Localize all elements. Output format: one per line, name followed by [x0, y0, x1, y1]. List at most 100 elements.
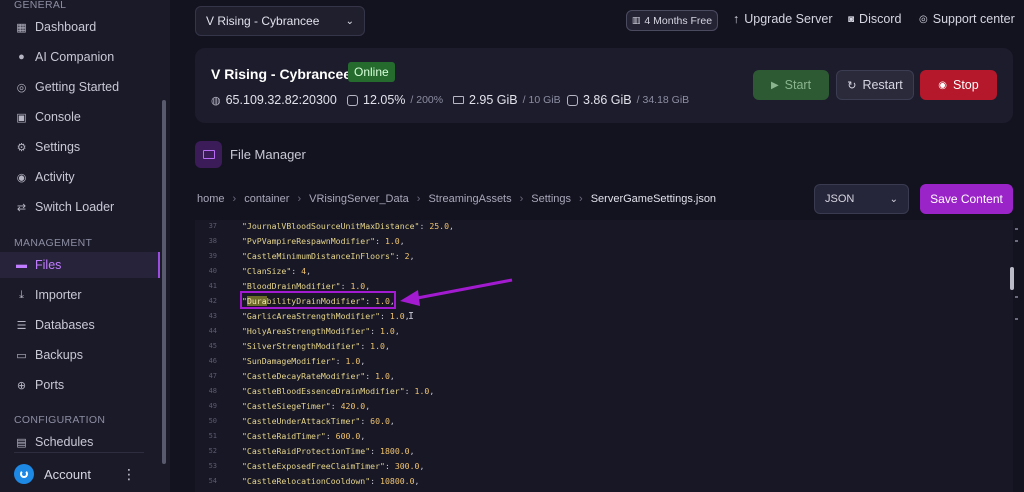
server-card: V Rising - Cybrancee Online ◍ 65.109.32.… — [195, 48, 1013, 123]
line-number: 50 — [208, 416, 217, 425]
format-select-value: JSON — [825, 193, 855, 205]
chevron-down-icon: ⌄ — [345, 15, 354, 27]
json-value: 1800.0 — [380, 445, 410, 456]
breadcrumb-current-file: ServerGameSettings.json — [590, 193, 717, 205]
ip-stat: ◍ 65.109.32.82:20300 — [211, 93, 337, 107]
sidebar-item-backups[interactable]: ▭ Backups — [0, 342, 160, 368]
cpu-icon — [347, 94, 358, 106]
save-content-button[interactable]: Save Content — [920, 184, 1013, 214]
stop-button[interactable]: ◉ Stop — [920, 70, 997, 100]
line-number: 39 — [208, 251, 217, 260]
code-line: 53 "CastleExposedFreeClaimTimer": 300.0, — [195, 458, 995, 473]
help-icon: ◎ — [919, 13, 928, 25]
chevron-right-icon: › — [416, 193, 421, 205]
support-center-link[interactable]: ◎ Support center — [919, 12, 1015, 26]
scroll-mark — [1015, 318, 1018, 320]
json-key: "PvPVampireRespawnModifier" — [242, 235, 376, 246]
section-general-title: GENERAL — [14, 0, 67, 11]
json-key: "SilverStrengthModifier" — [242, 340, 361, 351]
sidebar-item-dashboard[interactable]: ▦ Dashboard — [0, 14, 160, 40]
support-label: Support center — [932, 12, 1015, 26]
json-key: "CastleExposedFreeClaimTimer" — [242, 460, 385, 471]
code-line: 49 "CastleSiegeTimer": 420.0, — [195, 398, 995, 413]
sidebar-item-label: AI Companion — [35, 50, 115, 64]
line-number: 37 — [208, 221, 217, 230]
json-value: 1.0 — [375, 370, 390, 381]
code-line: 46 "SunDamageModifier": 1.0, — [195, 353, 995, 368]
line-number: 48 — [208, 386, 217, 395]
sidebar: GENERAL ▦ Dashboard ● AI Companion ◎ Get… — [0, 0, 170, 492]
json-value: 1.0 — [380, 325, 395, 336]
page-title: File Manager — [230, 147, 306, 162]
life-ring-icon: ◎ — [16, 81, 27, 94]
sidebar-divider — [14, 452, 144, 453]
line-number: 42 — [208, 296, 217, 305]
line-number: 53 — [208, 461, 217, 470]
editor-scrollbar[interactable] — [1010, 267, 1014, 290]
discord-icon: ◙ — [848, 13, 855, 25]
archive-icon: ▭ — [16, 349, 27, 362]
breadcrumb-item[interactable]: VRisingServer_Data — [309, 193, 409, 205]
account-menu[interactable]: Account ⋮ — [0, 456, 160, 492]
annotation-box — [240, 291, 396, 309]
sidebar-item-label: Ports — [35, 378, 65, 392]
json-value: 1.0 — [345, 355, 361, 366]
server-select[interactable]: V Rising - Cybrancee ⌄ — [195, 6, 365, 36]
sidebar-item-switch-loader[interactable]: ⇄ Switch Loader — [0, 194, 160, 220]
breadcrumb-item[interactable]: home — [197, 193, 225, 205]
breadcrumb-item[interactable]: StreamingAssets — [428, 193, 511, 205]
discord-link[interactable]: ◙ Discord — [848, 12, 901, 26]
sidebar-item-getting-started[interactable]: ◎ Getting Started — [0, 74, 160, 100]
scroll-mark — [1015, 228, 1018, 230]
sidebar-item-label: Importer — [35, 288, 82, 302]
upgrade-label: Upgrade Server — [744, 12, 833, 26]
upgrade-server-link[interactable]: ↑ Upgrade Server — [733, 12, 833, 26]
json-value: 1.0 — [350, 280, 366, 291]
line-number: 40 — [208, 266, 217, 275]
json-key: "HolyAreaStrengthModifier" — [242, 325, 371, 336]
cpu-max: / 200% — [410, 94, 444, 106]
line-number: 49 — [208, 401, 217, 410]
restart-button[interactable]: ↻ Restart — [836, 70, 914, 100]
breadcrumb-item[interactable]: container — [244, 193, 289, 205]
json-value: 1.0 — [370, 340, 385, 351]
terminal-icon: ▣ — [16, 111, 27, 124]
breadcrumb-item[interactable]: Settings — [531, 193, 571, 205]
ip-value: 65.109.32.82:20300 — [225, 93, 337, 107]
code-line: 45 "SilverStrengthModifier": 1.0, — [195, 338, 995, 353]
start-label: Start — [784, 78, 812, 92]
section-configuration-title: CONFIGURATION — [14, 414, 106, 426]
code-line: 52 "CastleRaidProtectionTime": 1800.0, — [195, 443, 995, 458]
restart-label: Restart — [862, 78, 903, 92]
sidebar-item-console[interactable]: ▣ Console — [0, 104, 160, 130]
grid-icon: ▦ — [16, 21, 27, 34]
sidebar-scrollbar[interactable] — [162, 100, 166, 464]
chat-icon: ● — [18, 51, 25, 63]
code-editor[interactable]: 37 "JournalVBloodSourceUnitMaxDistance": … — [195, 220, 1013, 492]
json-key: "JournalVBloodSourceUnitMaxDistance" — [242, 220, 420, 231]
code-line: 43 "GarlicAreaStrengthModifier": 1.0, — [195, 308, 995, 323]
json-value: 10800.0 — [380, 475, 415, 486]
sidebar-item-label: Dashboard — [35, 20, 97, 34]
sidebar-item-activity[interactable]: ◉ Activity — [0, 164, 160, 190]
months-free-badge[interactable]: ▥ 4 Months Free — [626, 10, 718, 31]
line-number: 41 — [208, 281, 217, 290]
code-line: 47 "CastleDecayRateModifier": 1.0, — [195, 368, 995, 383]
json-value: 300.0 — [394, 460, 420, 471]
sidebar-item-ports[interactable]: ⊕ Ports — [0, 372, 160, 398]
sidebar-item-label: Databases — [35, 318, 95, 332]
sidebar-item-settings[interactable]: ⚙ Settings — [0, 134, 160, 160]
more-options-icon[interactable]: ⋮ — [122, 466, 136, 483]
sidebar-item-label: Files — [35, 258, 62, 272]
sidebar-item-importer[interactable]: ⤓ Importer — [0, 282, 160, 308]
json-key: "CastleDecayRateModifier" — [242, 370, 366, 381]
calendar-icon: ▤ — [16, 436, 27, 449]
database-icon: ☰ — [16, 319, 27, 332]
sidebar-item-ai-companion[interactable]: ● AI Companion — [0, 44, 160, 70]
line-number: 38 — [208, 236, 217, 245]
format-select[interactable]: JSON ⌄ — [814, 184, 909, 214]
sidebar-item-databases[interactable]: ☰ Databases — [0, 312, 160, 338]
discord-label: Discord — [859, 12, 902, 26]
sidebar-item-files[interactable]: ▬ Files — [0, 252, 160, 278]
start-button[interactable]: ▶ Start — [753, 70, 829, 100]
